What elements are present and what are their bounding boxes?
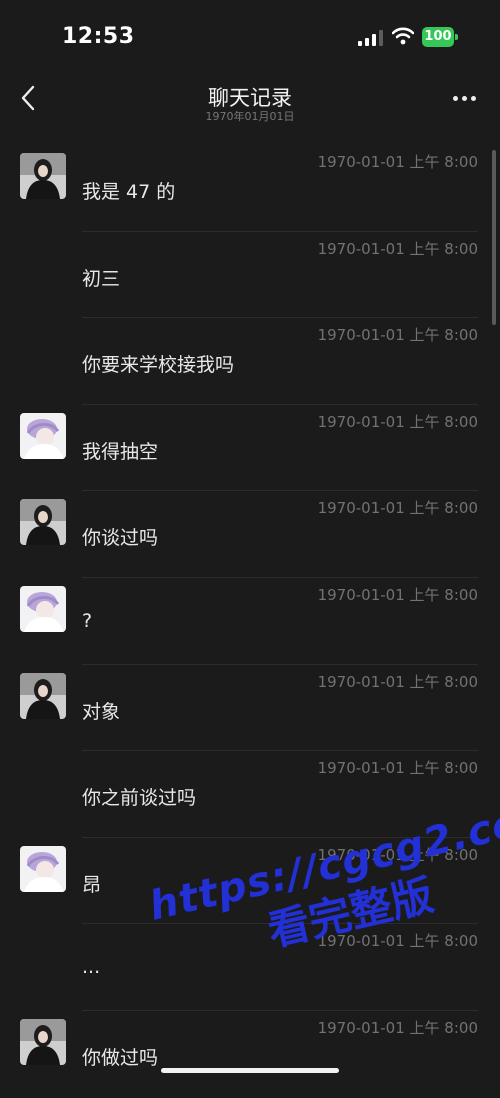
message-timestamp: 1970-01-01 上午 8:00 <box>317 932 478 951</box>
message-text: 你做过吗 <box>82 1046 159 1069</box>
message-text: 对象 <box>82 700 121 723</box>
message-timestamp: 1970-01-01 上午 8:00 <box>317 153 478 171</box>
home-indicator[interactable] <box>161 1068 339 1073</box>
avatar[interactable] <box>20 412 66 459</box>
battery-level: 100 <box>422 27 454 47</box>
avatar[interactable] <box>20 672 66 719</box>
message-item[interactable]: 1970-01-01 上午 8:00 初三 <box>0 232 500 319</box>
message-timestamp: 1970-01-01 上午 8:00 <box>317 239 478 258</box>
more-dot-icon <box>462 96 467 101</box>
avatar[interactable] <box>20 1018 66 1065</box>
message-timestamp: 1970-01-01 上午 8:00 <box>317 759 478 778</box>
message-item[interactable]: 1970-01-01 上午 8:00 昂 <box>0 838 500 925</box>
avatar[interactable] <box>20 845 66 892</box>
message-list: 1970-01-01 上午 8:00 我是 47 的 1970-01-01 上午 8… <box>0 145 500 1098</box>
message-item[interactable]: 1970-01-01 上午 8:00 我得抽空 <box>0 405 500 492</box>
message-item[interactable]: 1970-01-01 上午 8:00 对象 <box>0 665 500 752</box>
message-timestamp: 1970-01-01 上午 8:00 <box>317 585 478 604</box>
message-text: 你要来学校接我吗 <box>82 354 235 377</box>
message-text: 你谈过吗 <box>82 527 159 550</box>
message-timestamp: 1970-01-01 上午 8:00 <box>317 499 478 518</box>
battery-indicator: 100 <box>422 27 458 47</box>
message-text: 初三 <box>82 267 121 290</box>
message-text: 你之前谈过吗 <box>82 787 197 810</box>
avatar[interactable] <box>20 499 66 546</box>
more-dot-icon <box>453 96 458 101</box>
wifi-icon <box>392 27 414 45</box>
cellular-signal-icon <box>358 30 383 46</box>
message-timestamp: 1970-01-01 上午 8:00 <box>317 412 478 431</box>
message-item[interactable]: 1970-01-01 上午 8:00... <box>0 924 500 1011</box>
status-bar: 12:53 100 <box>0 0 500 75</box>
message-timestamp: 1970-01-01 上午 8:00 <box>317 845 478 864</box>
message-text: ? <box>82 609 93 632</box>
page-subtitle: 1970年01月01日 <box>205 110 295 123</box>
message-item[interactable]: 1970-01-01 上午 8:00 你谈过吗 <box>0 491 500 578</box>
message-text: 我得抽空 <box>82 440 159 463</box>
avatar[interactable] <box>20 585 66 632</box>
message-text: 昂 <box>82 873 102 896</box>
message-timestamp: 1970-01-01 上午 8:00 <box>317 1018 478 1037</box>
nav-bar: 聊天记录 1970年01月01日 <box>0 75 500 130</box>
message-text: ... <box>82 956 101 979</box>
message-item[interactable]: 1970-01-01 上午 8:00 你要来学校接我吗 <box>0 318 500 405</box>
message-text: 我是 47 的 <box>82 181 176 203</box>
more-options-button[interactable] <box>448 83 482 113</box>
battery-tip <box>455 34 458 40</box>
more-dot-icon <box>471 96 476 101</box>
status-time: 12:53 <box>62 24 135 49</box>
message-item[interactable]: 1970-01-01 上午 8:00? <box>0 578 500 665</box>
avatar[interactable] <box>20 153 66 199</box>
message-item[interactable]: 1970-01-01 上午 8:00 我是 47 的 <box>0 145 500 232</box>
message-timestamp: 1970-01-01 上午 8:00 <box>317 326 478 345</box>
message-item[interactable]: 1970-01-01 上午 8:00 你之前谈过吗 <box>0 751 500 838</box>
message-timestamp: 1970-01-01 上午 8:00 <box>317 672 478 691</box>
